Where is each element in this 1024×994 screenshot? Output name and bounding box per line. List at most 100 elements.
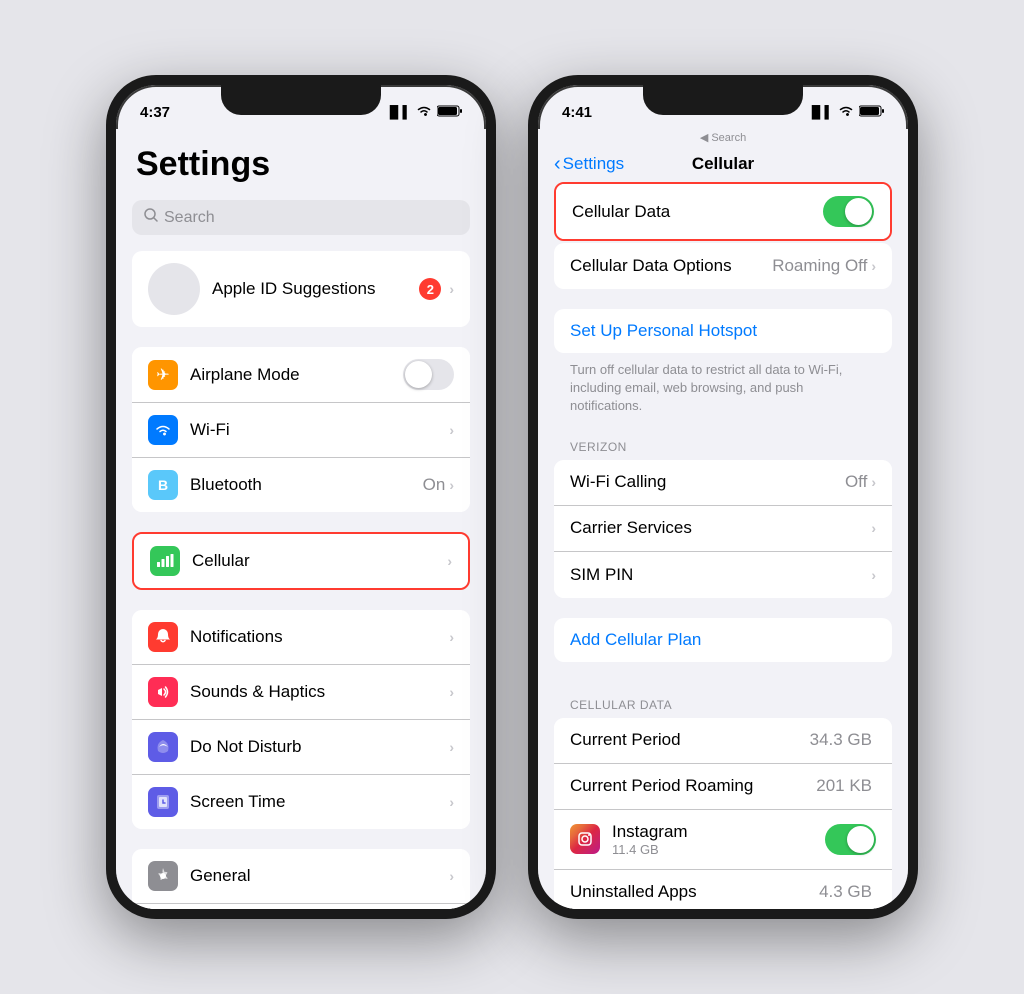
- status-icons-1: ▐▌▌: [385, 105, 462, 120]
- chevron-icon: ›: [449, 739, 454, 755]
- bluetooth-row[interactable]: B Bluetooth On ›: [132, 458, 470, 512]
- wifi-row[interactable]: Wi-Fi ›: [132, 403, 470, 458]
- airplane-row[interactable]: ✈ Airplane Mode: [132, 347, 470, 403]
- chevron-icon: ›: [449, 477, 454, 493]
- chevron-icon: ›: [449, 629, 454, 645]
- airplane-toggle[interactable]: [403, 359, 454, 390]
- chevron-icon: ›: [447, 553, 452, 569]
- notch: [221, 85, 381, 115]
- general-label: General: [190, 866, 449, 886]
- instagram-icon: [570, 824, 600, 854]
- hotspot-section: Set Up Personal Hotspot: [554, 309, 892, 353]
- bluetooth-label: Bluetooth: [190, 475, 423, 495]
- wifi-icon: [416, 105, 432, 120]
- airplane-icon: ✈: [148, 360, 178, 390]
- apple-id-name: Apple ID Suggestions: [212, 279, 419, 299]
- control-center-row[interactable]: Control Center ›: [132, 904, 470, 909]
- data-options-label: Cellular Data Options: [570, 256, 772, 276]
- notifications-row[interactable]: Notifications ›: [132, 610, 470, 665]
- instagram-row[interactable]: Instagram 11.4 GB: [554, 810, 892, 870]
- chevron-icon: ›: [871, 567, 876, 583]
- chevron-icon: ›: [871, 520, 876, 536]
- data-options-value: Roaming Off: [772, 256, 867, 276]
- cellular-icon: [150, 546, 180, 576]
- chevron-icon: ›: [449, 868, 454, 884]
- phone-1: 4:37 ▐▌▌ Settings: [106, 75, 496, 919]
- chevron-icon: ›: [449, 684, 454, 700]
- chevron-icon: ›: [449, 794, 454, 810]
- back-label: Settings: [563, 154, 624, 174]
- search-icon: [144, 208, 158, 227]
- chevron-icon: ›: [871, 474, 876, 490]
- notifications-icon: [148, 622, 178, 652]
- screentime-row[interactable]: Screen Time ›: [132, 775, 470, 829]
- apple-id-section: Apple ID Suggestions 2 ›: [132, 251, 470, 327]
- more-section: General › Control Center › AA Display & …: [132, 849, 470, 909]
- instagram-info: Instagram 11.4 GB: [612, 822, 825, 857]
- sim-pin-row[interactable]: SIM PIN ›: [554, 552, 892, 598]
- carrier-label: Carrier Services: [570, 518, 871, 538]
- uninstalled-row: Uninstalled Apps 4.3 GB: [554, 870, 892, 909]
- status-icons-2: ▐▌▌: [807, 105, 884, 120]
- hotspot-link[interactable]: Set Up Personal Hotspot: [570, 321, 876, 341]
- wifi-settings-icon: [148, 415, 178, 445]
- cellular-data-section: Current Period 34.3 GB Current Period Ro…: [554, 718, 892, 909]
- dnd-icon: [148, 732, 178, 762]
- bluetooth-icon: B: [148, 470, 178, 500]
- cellular-label: Cellular: [192, 551, 447, 571]
- data-options-row[interactable]: Cellular Data Options Roaming Off ›: [554, 243, 892, 289]
- airplane-label: Airplane Mode: [190, 365, 403, 385]
- wifi-label: Wi-Fi: [190, 420, 445, 440]
- time-2: 4:41: [562, 104, 592, 121]
- search-placeholder: Search: [164, 209, 215, 227]
- wifi-calling-row[interactable]: Wi-Fi Calling Off ›: [554, 460, 892, 506]
- add-plan-link[interactable]: Add Cellular Plan: [570, 630, 876, 650]
- search-bar[interactable]: Search: [132, 200, 470, 235]
- bluetooth-value: On: [423, 475, 446, 495]
- instagram-toggle[interactable]: [825, 824, 876, 855]
- toggle-knob: [845, 198, 872, 225]
- chevron-icon: ›: [449, 281, 454, 297]
- instagram-name: Instagram: [612, 822, 825, 842]
- current-period-row: Current Period 34.3 GB: [554, 718, 892, 764]
- cellular-row[interactable]: Cellular ›: [134, 534, 468, 588]
- wifi-icon-2: [838, 105, 854, 120]
- nav-title: Cellular: [692, 154, 754, 174]
- roaming-row: Current Period Roaming 201 KB: [554, 764, 892, 810]
- battery-icon: [437, 105, 462, 120]
- system-section: Notifications › Sounds & Haptics › Do No…: [132, 610, 470, 829]
- dnd-row[interactable]: Do Not Disturb ›: [132, 720, 470, 775]
- back-button[interactable]: ‹ Settings: [554, 153, 624, 176]
- uninstalled-label: Uninstalled Apps: [570, 882, 819, 902]
- add-plan-section: Add Cellular Plan: [554, 618, 892, 662]
- settings-title: Settings: [116, 129, 486, 192]
- time-1: 4:37: [140, 104, 170, 121]
- back-chevron-icon: ‹: [554, 153, 561, 176]
- verizon-header: VERIZON: [538, 424, 908, 460]
- general-icon: [148, 861, 178, 891]
- cellular-data-highlighted: Cellular Data: [554, 182, 892, 241]
- sounds-row[interactable]: Sounds & Haptics ›: [132, 665, 470, 720]
- sounds-icon: [148, 677, 178, 707]
- general-row[interactable]: General ›: [132, 849, 470, 904]
- cellular-data-row[interactable]: Cellular Data: [556, 184, 890, 239]
- current-period-value: 34.3 GB: [810, 730, 872, 750]
- notifications-label: Notifications: [190, 627, 449, 647]
- wifi-calling-value: Off: [845, 472, 867, 492]
- apple-id-row[interactable]: Apple ID Suggestions 2 ›: [132, 251, 470, 327]
- cellular-data-header: CELLULAR DATA: [538, 682, 908, 718]
- cellular-highlighted: Cellular ›: [132, 532, 470, 590]
- battery-icon-2: [859, 105, 884, 120]
- settings-screen: Settings Search Apple ID Suggestions 2 ›: [116, 129, 486, 909]
- uninstalled-value: 4.3 GB: [819, 882, 872, 902]
- carrier-row[interactable]: Carrier Services ›: [554, 506, 892, 552]
- avatar: [148, 263, 200, 315]
- dnd-label: Do Not Disturb: [190, 737, 449, 757]
- cellular-data-toggle[interactable]: [823, 196, 874, 227]
- signal-icon: ▐▌▌: [385, 105, 411, 119]
- wifi-calling-label: Wi-Fi Calling: [570, 472, 845, 492]
- phone-2: 4:41 ▐▌▌ ◀ Search: [528, 75, 918, 919]
- signal-icon-2: ▐▌▌: [807, 105, 833, 119]
- description-text: Turn off cellular data to restrict all d…: [538, 355, 908, 424]
- screentime-label: Screen Time: [190, 792, 449, 812]
